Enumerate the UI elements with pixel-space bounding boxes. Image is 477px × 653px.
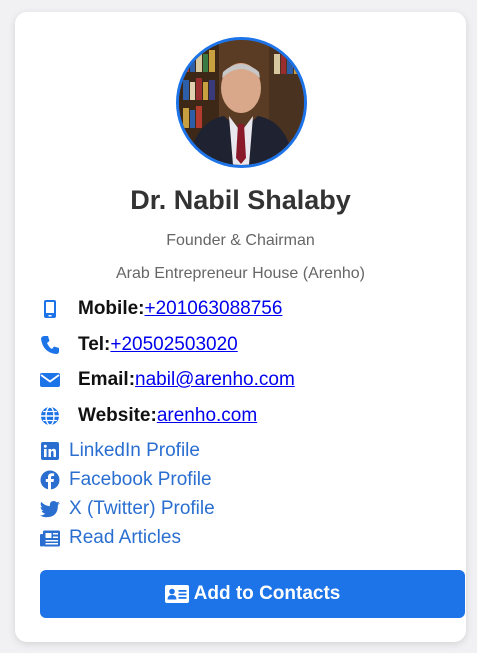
linkedin-label: LinkedIn Profile	[69, 440, 200, 461]
avatar	[176, 37, 307, 168]
facebook-icon	[39, 469, 61, 491]
twitter-icon	[39, 498, 61, 520]
contact-card-icon	[164, 585, 189, 603]
envelope-icon	[39, 369, 61, 391]
facebook-label: Facebook Profile	[69, 469, 212, 490]
globe-icon	[39, 405, 61, 427]
linkedin-link[interactable]: LinkedIn Profile	[39, 439, 200, 463]
contact-row-email: Email: nabil@arenho.com	[39, 368, 295, 392]
tel-link[interactable]: +20502503020	[110, 334, 237, 356]
company-name: Arab Entrepreneur House (Arenho)	[115, 265, 366, 282]
tel-label: Tel:	[78, 334, 111, 355]
mobile-phone-icon	[39, 298, 61, 320]
facebook-link[interactable]: Facebook Profile	[39, 468, 212, 492]
website-label: Website:	[78, 405, 157, 426]
profile-photo	[179, 40, 304, 165]
contact-row-website: Website: arenho.com	[39, 404, 257, 428]
job-title: Founder & Chairman	[166, 232, 315, 249]
email-link[interactable]: nabil@arenho.com	[135, 369, 295, 391]
read-articles-link[interactable]: Read Articles	[39, 526, 181, 550]
read-articles-label: Read Articles	[69, 527, 181, 548]
contact-row-mobile: Mobile: +201063088756	[39, 297, 282, 321]
person-name: Dr. Nabil Shalaby	[130, 185, 351, 215]
mobile-link[interactable]: +201063088756	[145, 298, 283, 320]
website-link[interactable]: arenho.com	[157, 405, 257, 427]
add-to-contacts-label: Add to Contacts	[193, 583, 341, 604]
twitter-label: X (Twitter) Profile	[69, 498, 215, 519]
phone-icon	[39, 334, 61, 356]
contact-row-tel: Tel: +20502503020	[39, 333, 238, 357]
business-card: Dr. Nabil Shalaby Founder & Chairman Ara…	[15, 12, 466, 642]
twitter-link[interactable]: X (Twitter) Profile	[39, 497, 215, 521]
email-label: Email:	[78, 369, 136, 390]
newspaper-icon	[39, 527, 61, 549]
linkedin-icon	[39, 440, 61, 462]
mobile-label: Mobile:	[78, 298, 145, 319]
add-to-contacts-button[interactable]: Add to Contacts	[40, 570, 465, 618]
